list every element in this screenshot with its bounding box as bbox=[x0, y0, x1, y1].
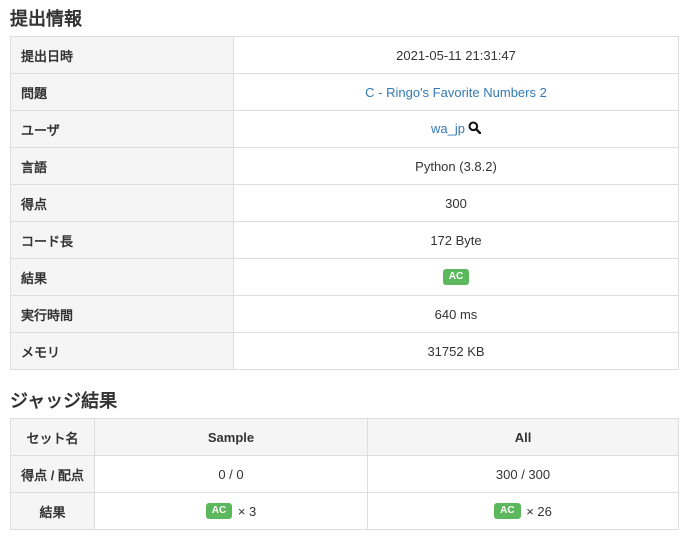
label-user: ユーザ bbox=[10, 110, 234, 148]
row-task: 問題 C - Ringo's Favorite Numbers 2 bbox=[10, 73, 679, 111]
row-submitted-at: 提出日時 2021-05-11 21:31:47 bbox=[10, 36, 679, 74]
value-user-cell: wa_jp bbox=[233, 110, 679, 148]
value-code-length: 172 Byte bbox=[233, 221, 679, 259]
label-code-length: コード長 bbox=[10, 221, 234, 259]
value-result-cell: AC bbox=[233, 258, 679, 296]
header-all: All bbox=[367, 418, 679, 456]
label-task: 問題 bbox=[10, 73, 234, 111]
search-icon[interactable] bbox=[468, 121, 482, 137]
header-sample: Sample bbox=[94, 418, 368, 456]
sample-result-cell: AC × 3 bbox=[94, 492, 368, 530]
sample-score: 0 / 0 bbox=[94, 455, 368, 493]
row-code-length: コード長 172 Byte bbox=[10, 221, 679, 259]
sample-status-badge: AC bbox=[205, 503, 233, 520]
value-submitted-at: 2021-05-11 21:31:47 bbox=[233, 36, 679, 74]
row-result: 結果 AC bbox=[10, 258, 679, 296]
task-link[interactable]: C - Ringo's Favorite Numbers 2 bbox=[365, 85, 547, 100]
value-language: Python (3.8.2) bbox=[233, 147, 679, 185]
submission-info-heading: 提出情報 bbox=[10, 9, 82, 29]
all-result-count: × 26 bbox=[526, 503, 552, 519]
result-status-badge: AC bbox=[442, 269, 470, 286]
all-status-badge: AC bbox=[494, 503, 521, 520]
row-score: 得点 300 bbox=[10, 184, 679, 222]
all-score: 300 / 300 bbox=[367, 455, 679, 493]
header-set-name: セット名 bbox=[10, 418, 95, 456]
judge-result-table: セット名 Sample All 得点 / 配点 0 / 0 300 / 300 … bbox=[10, 418, 679, 530]
sample-result-count: × 3 bbox=[237, 503, 257, 519]
row-language: 言語 Python (3.8.2) bbox=[10, 147, 679, 185]
user-link[interactable]: wa_jp bbox=[431, 121, 465, 136]
label-score: 得点 bbox=[10, 184, 234, 222]
judge-result-row: 結果 AC × 3 AC × 26 bbox=[10, 492, 679, 530]
value-exec-time: 640 ms bbox=[233, 295, 679, 333]
row-user: ユーザ wa_jp bbox=[10, 110, 679, 148]
row-memory: メモリ 31752 KB bbox=[10, 332, 679, 370]
judge-header-row: セット名 Sample All bbox=[10, 418, 679, 456]
submission-info-table: 提出日時 2021-05-11 21:31:47 問題 C - Ringo's … bbox=[10, 36, 679, 370]
label-result: 結果 bbox=[10, 258, 234, 296]
label-judge-result: 結果 bbox=[10, 492, 95, 530]
label-language: 言語 bbox=[10, 147, 234, 185]
label-score-points: 得点 / 配点 bbox=[10, 455, 95, 493]
value-memory: 31752 KB bbox=[233, 332, 679, 370]
row-exec-time: 実行時間 640 ms bbox=[10, 295, 679, 333]
value-score: 300 bbox=[233, 184, 679, 222]
all-result-cell: AC × 26 bbox=[367, 492, 679, 530]
judge-score-row: 得点 / 配点 0 / 0 300 / 300 bbox=[10, 455, 679, 493]
value-task-cell: C - Ringo's Favorite Numbers 2 bbox=[233, 73, 679, 111]
label-exec-time: 実行時間 bbox=[10, 295, 234, 333]
label-submitted-at: 提出日時 bbox=[10, 36, 234, 74]
label-memory: メモリ bbox=[10, 332, 234, 370]
judge-result-heading: ジャッジ結果 bbox=[10, 391, 118, 411]
